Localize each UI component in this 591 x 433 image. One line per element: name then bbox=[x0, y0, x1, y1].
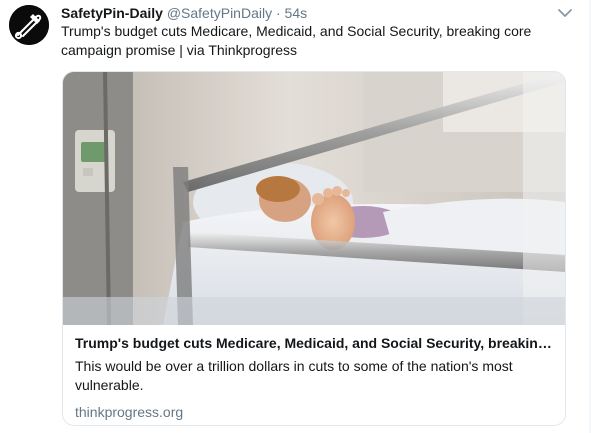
tweet-menu-button[interactable] bbox=[557, 6, 573, 18]
card-description: This would be over a trillion dollars in… bbox=[75, 358, 513, 393]
avatar[interactable] bbox=[9, 5, 49, 45]
chevron-down-icon bbox=[558, 9, 572, 17]
author-name[interactable]: SafetyPin-Daily bbox=[61, 5, 163, 21]
card-domain[interactable]: thinkprogress.org bbox=[75, 403, 553, 421]
safety-pin-logo-icon bbox=[9, 5, 49, 45]
tweet-timestamp[interactable]: 54s bbox=[285, 5, 308, 21]
card-image[interactable] bbox=[63, 72, 565, 326]
tweet: SafetyPin-Daily @SafetyPinDaily · 54s Tr… bbox=[0, 0, 591, 433]
author-handle[interactable]: @SafetyPinDaily bbox=[167, 5, 272, 21]
link-card[interactable]: Trump's budget cuts Medicare, Medicaid, … bbox=[62, 71, 566, 426]
card-body: Trump's budget cuts Medicare, Medicaid, … bbox=[75, 334, 553, 421]
tweet-header: SafetyPin-Daily @SafetyPinDaily · 54s bbox=[61, 4, 307, 22]
card-title[interactable]: Trump's budget cuts Medicare, Medicaid, … bbox=[75, 334, 553, 352]
hospital-bed-photo-icon bbox=[63, 72, 565, 326]
tweet-text: Trump's budget cuts Medicare, Medicaid, … bbox=[61, 23, 532, 58]
header-separator: · bbox=[275, 5, 281, 21]
